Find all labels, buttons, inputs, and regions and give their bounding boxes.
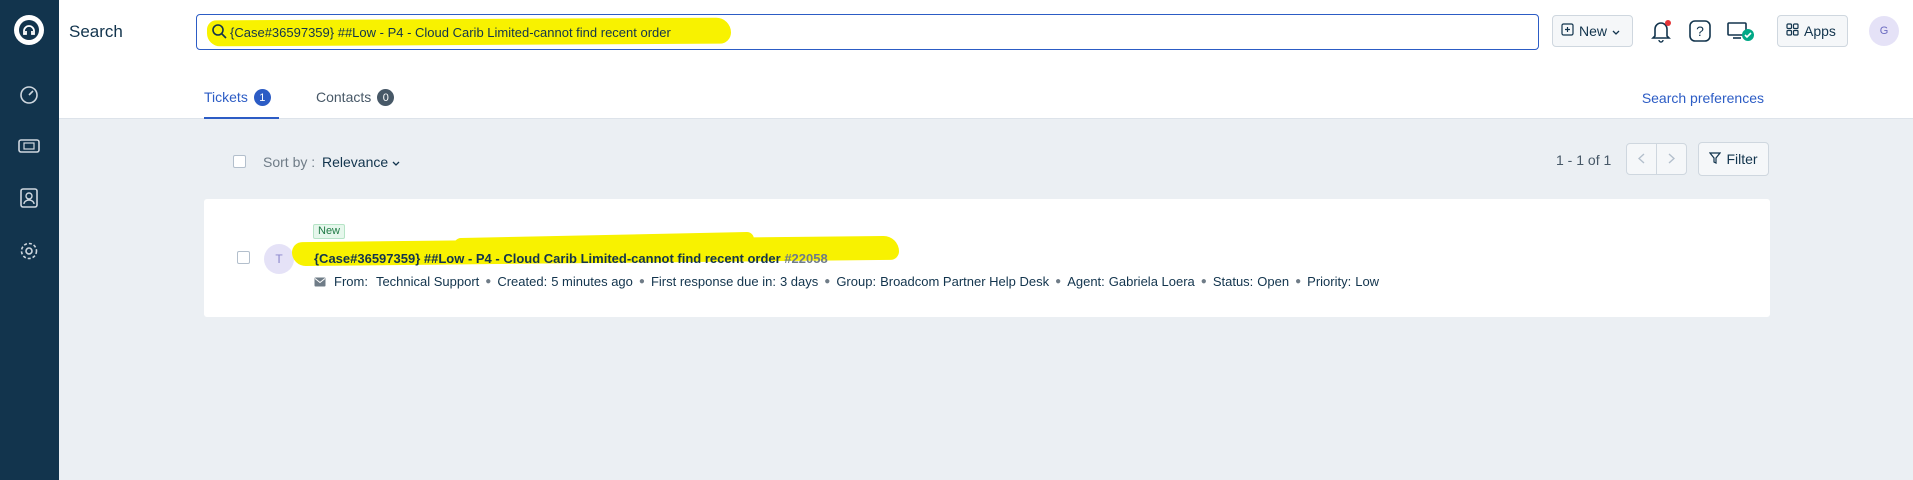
tab-contacts-label: Contacts <box>316 89 372 105</box>
contacts-icon[interactable] <box>16 185 42 211</box>
separator-dot: ● <box>1295 276 1302 287</box>
ticket-subject: {Case#36597359} ##Low - P4 - Cloud Carib… <box>314 251 781 266</box>
tickets-icon[interactable] <box>16 133 42 159</box>
first-response-value: 3 days <box>779 274 819 289</box>
freshdesk-logo-icon[interactable] <box>14 15 44 45</box>
separator-dot: ● <box>1055 276 1062 287</box>
from-label: From: <box>334 274 368 289</box>
filter-button-label: Filter <box>1726 151 1758 167</box>
requester-avatar: T <box>264 244 294 274</box>
next-page-button[interactable] <box>1656 143 1687 175</box>
separator-dot: ● <box>485 276 492 287</box>
filter-button[interactable]: Filter <box>1698 142 1769 176</box>
search-input[interactable] <box>230 20 1510 44</box>
pagination-text: 1 - 1 of 1 <box>1556 152 1612 168</box>
tab-tickets[interactable]: Tickets 1 <box>204 89 279 119</box>
sort-by-label: Sort by : <box>263 154 316 170</box>
tab-tickets-label: Tickets <box>204 89 248 105</box>
group-value: Broadcom Partner Help Desk <box>880 274 1050 289</box>
status-value: Open <box>1257 274 1290 289</box>
new-button[interactable]: New <box>1552 15 1633 47</box>
from-value: Technical Support <box>375 274 480 289</box>
agent-label: Agent: <box>1067 274 1105 289</box>
notifications-bell-icon[interactable] <box>1647 17 1675 45</box>
new-button-label: New <box>1579 23 1608 39</box>
ticket-subject-link[interactable]: {Case#36597359} ##Low - P4 - Cloud Carib… <box>314 251 828 266</box>
dashboard-icon[interactable] <box>16 82 42 108</box>
agent-value: Gabriela Loera <box>1108 274 1195 289</box>
chevron-right-icon <box>1668 151 1676 167</box>
prev-page-button[interactable] <box>1626 143 1657 175</box>
group-label: Group: <box>836 274 877 289</box>
priority-label: Priority: <box>1307 274 1352 289</box>
apps-button-label: Apps <box>1804 23 1836 39</box>
created-label: Created: <box>497 274 548 289</box>
search-results-tabs: Tickets 1 Contacts 0 Search preferences <box>59 63 1913 119</box>
created-value: 5 minutes ago <box>551 274 633 289</box>
user-avatar[interactable]: G <box>1869 16 1899 46</box>
ticket-meta: From: Technical Support ● Created: 5 min… <box>314 274 1379 289</box>
first-response-label: First response due in: <box>650 274 776 289</box>
separator-dot: ● <box>824 276 831 287</box>
top-header: Search New ? Apps G <box>59 0 1913 63</box>
filter-funnel-icon <box>1709 151 1722 167</box>
ticket-select-checkbox[interactable] <box>237 251 250 264</box>
ticket-number: #22058 <box>784 251 828 266</box>
agent-status-monitor-icon[interactable] <box>1727 17 1755 45</box>
priority-value: Low <box>1355 274 1380 289</box>
status-label: Status: <box>1212 274 1254 289</box>
plus-square-icon <box>1561 23 1574 39</box>
search-icon <box>211 23 227 42</box>
left-nav-rail <box>0 0 59 480</box>
search-preferences-link[interactable]: Search preferences <box>1642 90 1764 106</box>
apps-grid-icon <box>1786 23 1799 39</box>
sort-dropdown[interactable]: Relevance <box>322 154 400 170</box>
status-badge: New <box>313 224 346 239</box>
apps-button[interactable]: Apps <box>1777 15 1848 47</box>
select-all-checkbox[interactable] <box>233 155 246 168</box>
page-title: Search <box>69 22 123 41</box>
sort-dropdown-value: Relevance <box>322 154 389 170</box>
tab-contacts-count: 0 <box>377 89 395 106</box>
tab-tickets-count: 1 <box>253 89 271 106</box>
email-envelope-icon <box>314 277 326 287</box>
global-search-box[interactable] <box>196 14 1539 50</box>
ticket-card[interactable]: T New {Case#36597359} ##Low - P4 - Cloud… <box>204 199 1770 317</box>
help-question-icon[interactable]: ? <box>1686 17 1714 45</box>
chevron-left-icon <box>1637 151 1645 167</box>
separator-dot: ● <box>1200 276 1207 287</box>
chevron-down-icon <box>392 154 400 170</box>
svg-text:?: ? <box>1696 23 1704 39</box>
tab-contacts[interactable]: Contacts 0 <box>316 89 395 119</box>
chevron-down-icon <box>1612 23 1620 39</box>
settings-gear-icon[interactable] <box>16 238 42 264</box>
separator-dot: ● <box>638 276 645 287</box>
